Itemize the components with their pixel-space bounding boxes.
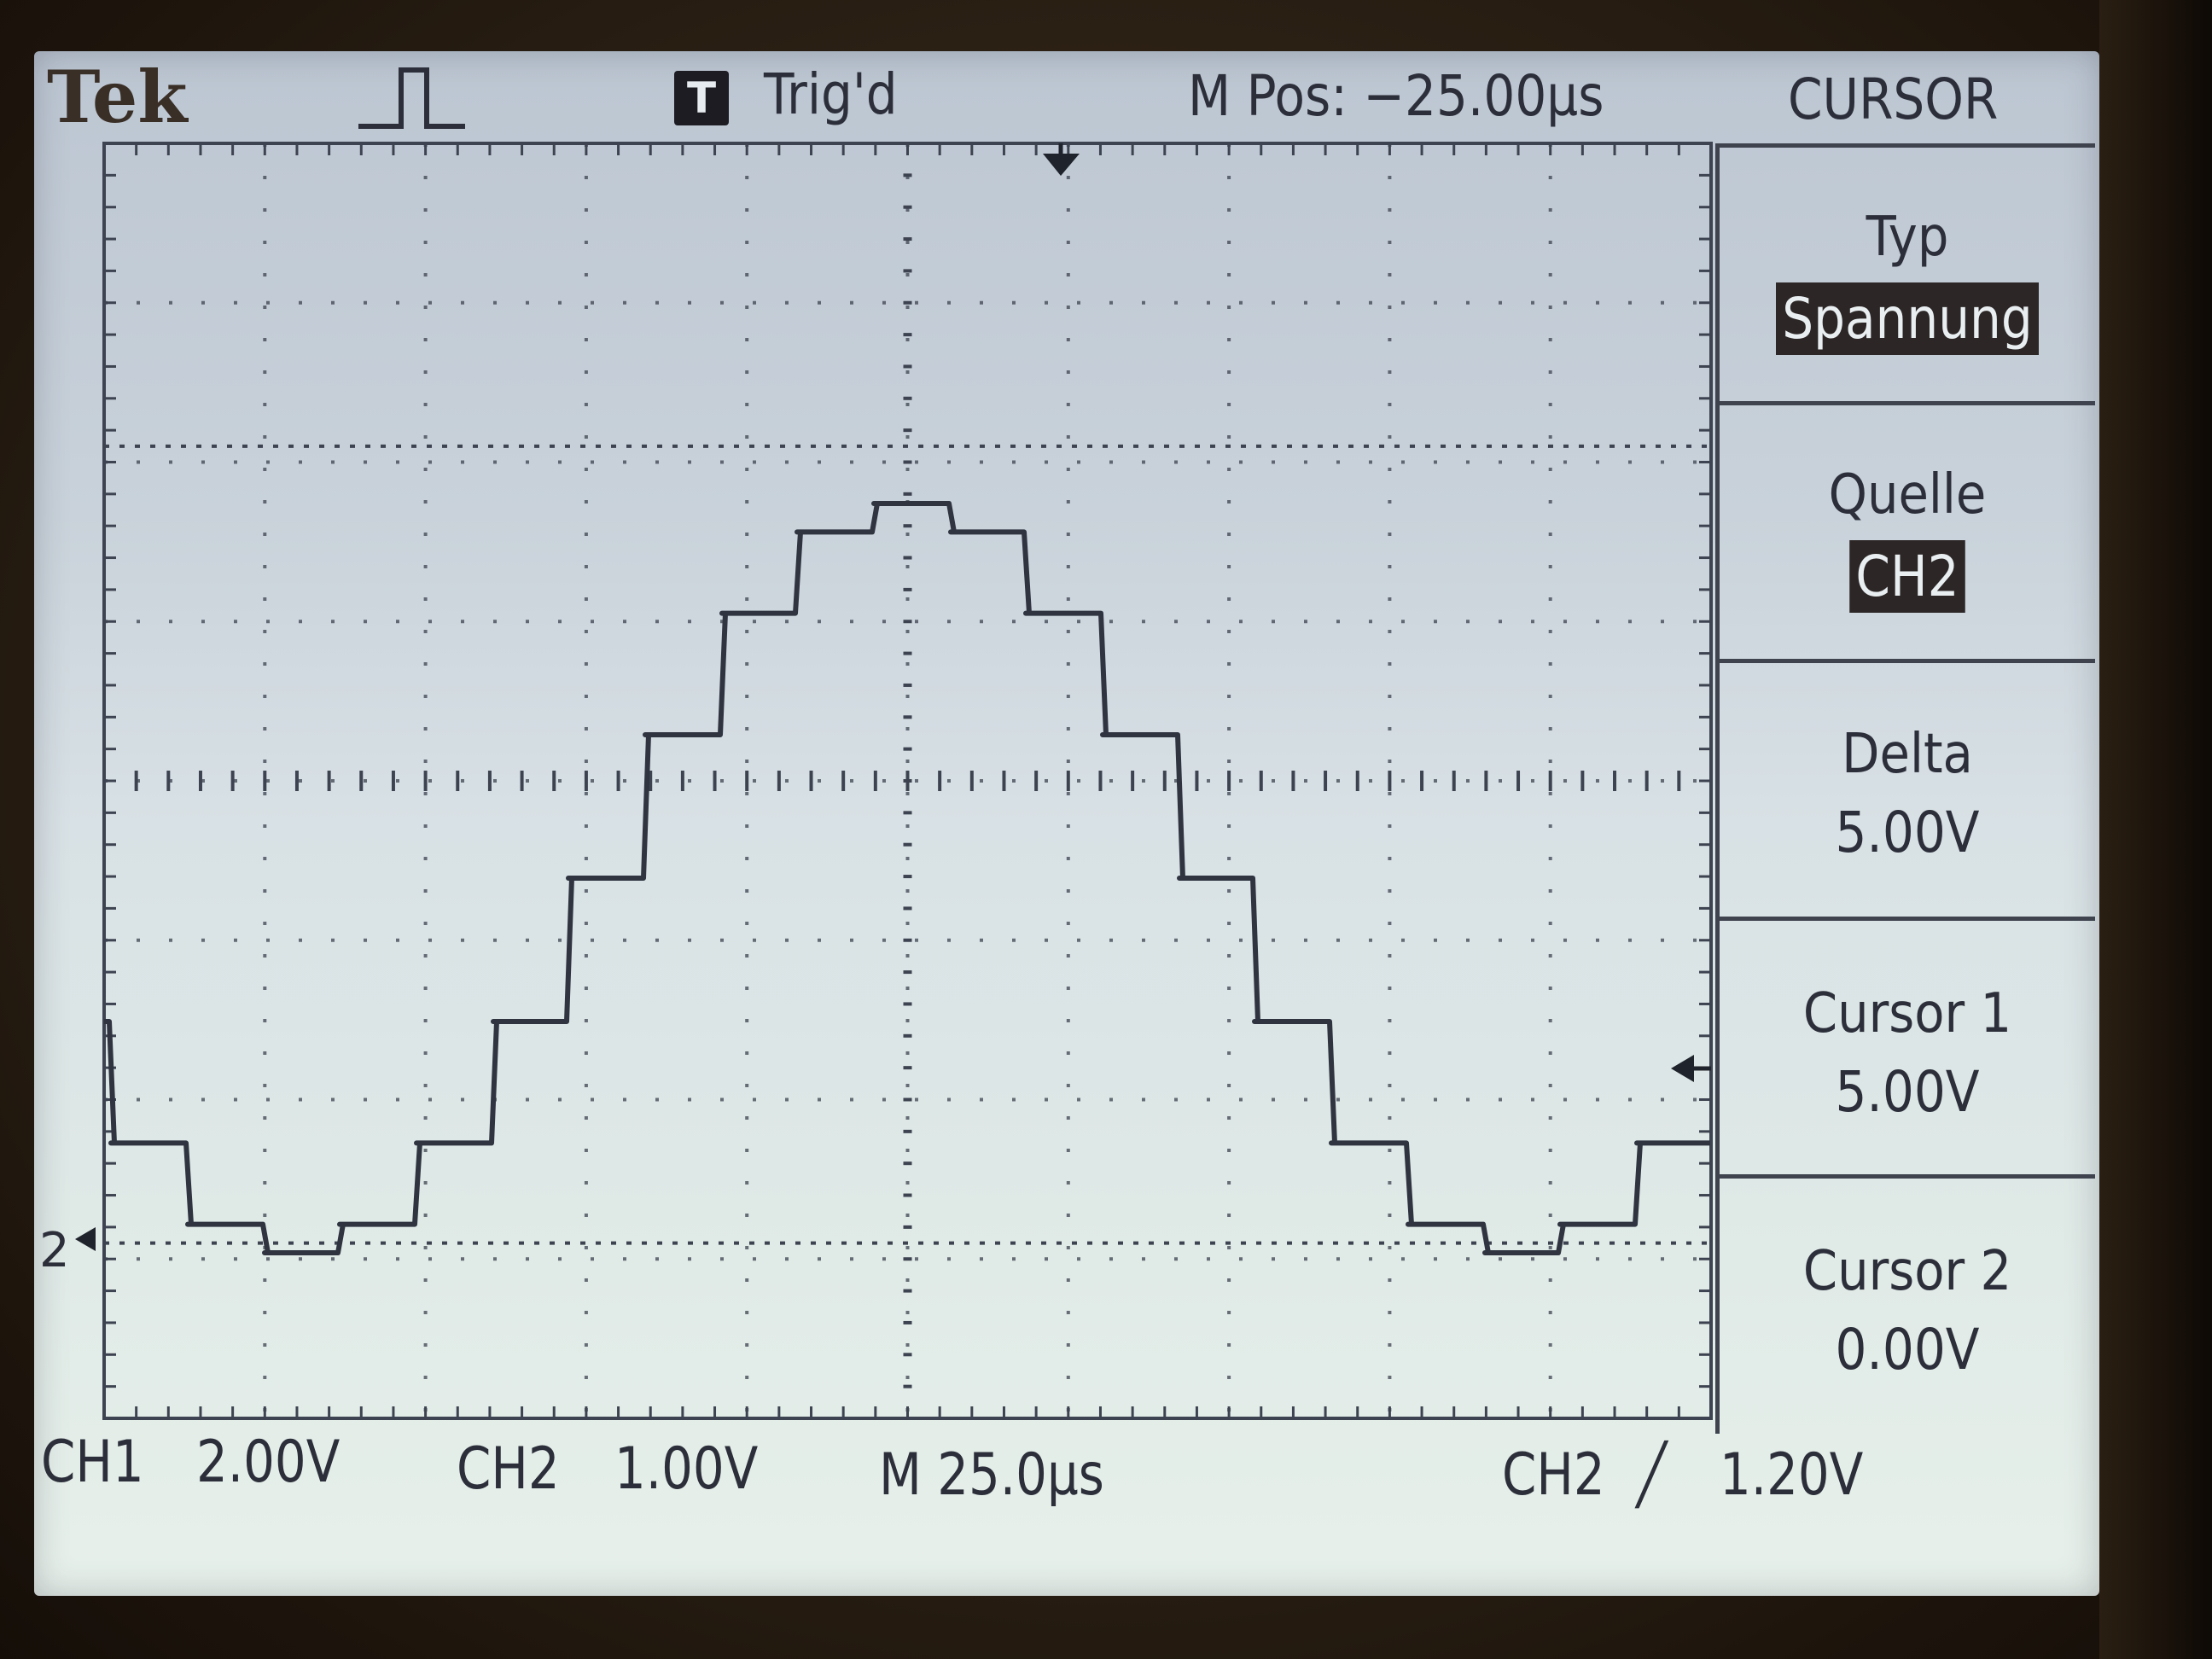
menu-item-label: Typ: [1866, 206, 1949, 269]
ch2-label: CH2: [457, 1435, 560, 1503]
menu-item-value: 0.00V: [1835, 1317, 1980, 1382]
menu-item-value: CH2: [1742, 540, 2072, 613]
menu-value-highlight: Spannung: [1776, 282, 2039, 355]
menu-item-cursor-2[interactable]: Cursor 2 0.00V: [1720, 1174, 2095, 1436]
trigger-position-icon: [1043, 154, 1080, 176]
trigger-slope-icon: ╱: [1637, 1441, 1667, 1509]
menu-item-label: Quelle: [1828, 463, 1987, 527]
trigger-level: 1.20V: [1720, 1441, 1864, 1509]
menu-item-value: 5.00V: [1835, 800, 1980, 865]
menu-item-typ[interactable]: Typ Spannung: [1720, 143, 2095, 405]
menu-item-label: Delta: [1842, 723, 1973, 786]
trigger-level-icon: [1671, 1055, 1694, 1082]
timebase: M 25.0µs: [879, 1441, 1104, 1509]
menu-item-cursor-1[interactable]: Cursor 1 5.00V: [1720, 917, 2095, 1179]
menu-item-label: Cursor 1: [1802, 982, 2012, 1045]
menu-item-delta[interactable]: Delta 5.00V: [1720, 659, 2095, 921]
trigger-source: CH2: [1502, 1441, 1605, 1509]
cursor-menu: Typ Spannung Quelle CH2 Delta 5.00V Curs…: [1715, 143, 2095, 1434]
menu-item-value: Spannung: [1742, 282, 2072, 355]
ch2-ground-marker: 2: [39, 1223, 70, 1278]
ch1-scale: 2.00V: [196, 1429, 341, 1496]
ch1-label: CH1: [41, 1429, 144, 1496]
oscilloscope-bezel: Tek T Trig'd M Pos: −25.00µs CURSOR Typ …: [0, 0, 2212, 1659]
menu-value-highlight: CH2: [1849, 540, 1965, 613]
menu-item-quelle[interactable]: Quelle CH2: [1720, 401, 2095, 663]
ch2-scale: 1.00V: [614, 1435, 759, 1503]
menu-item-value: 5.00V: [1835, 1059, 1980, 1125]
menu-item-label: Cursor 2: [1802, 1240, 2012, 1303]
ch2-ground-arrow-icon: [75, 1227, 96, 1251]
